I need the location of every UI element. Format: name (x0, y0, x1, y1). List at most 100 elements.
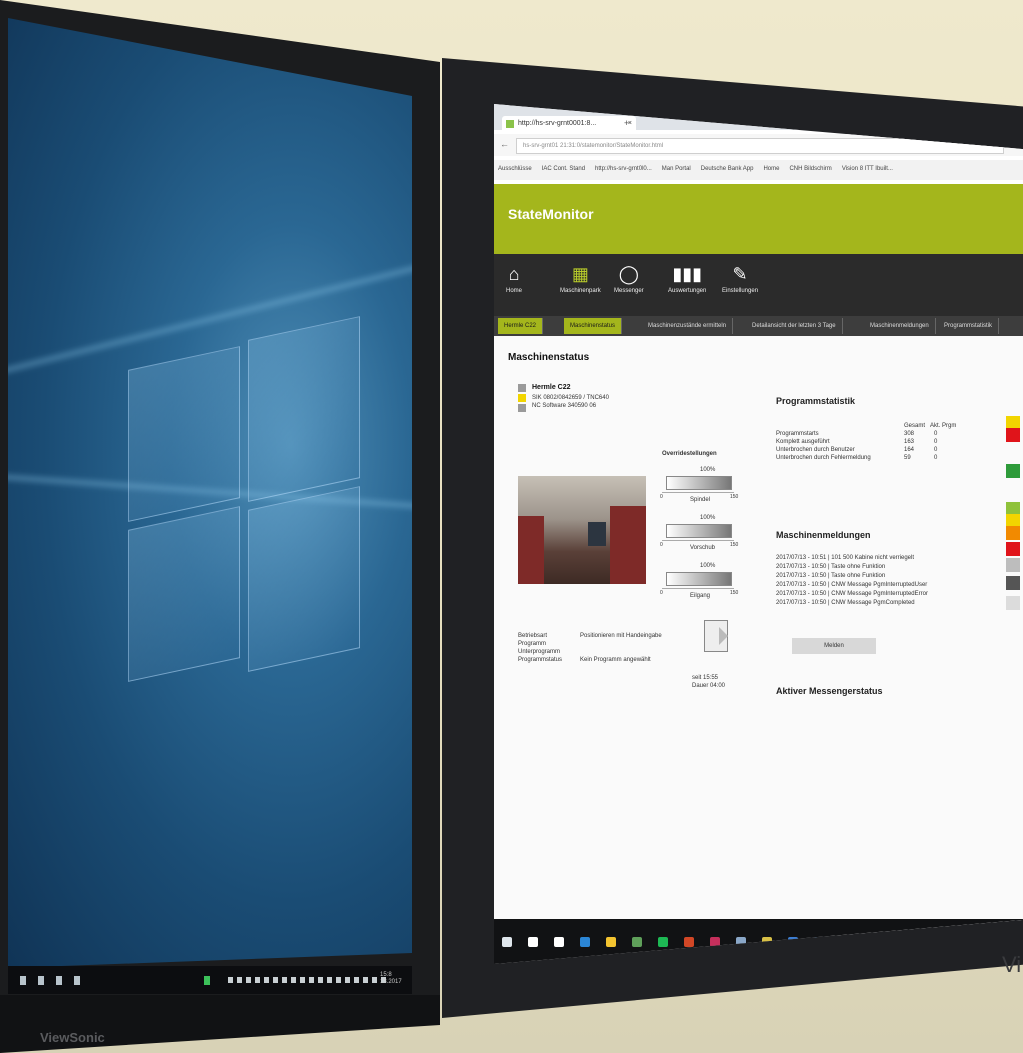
override-axis (662, 540, 734, 541)
stats-row-total: 308 (904, 431, 915, 437)
report-button[interactable]: Melden (792, 638, 876, 654)
photo-wall (518, 516, 544, 584)
grid-icon: ▦ (571, 264, 589, 284)
legend-swatch (518, 404, 526, 412)
spotify-icon[interactable] (658, 937, 668, 947)
override-axis-max: 150 (730, 542, 739, 548)
nav-item-maschinenpark[interactable]: ▦ Maschinenpark (560, 264, 601, 294)
message-item: 2017/07/13 - 10:50 | Taste ohne Funktion (776, 564, 886, 570)
override-label: Spindel (690, 497, 711, 503)
override-pct: 100% (700, 563, 716, 569)
subtab[interactable]: Maschinenstatus (564, 318, 623, 334)
subtab[interactable]: Maschinenmeldungen (864, 318, 936, 334)
subtab[interactable]: Detailansicht der letzten 3 Tage (746, 318, 843, 334)
tab-title: http://hs-srv-grnt0001:8... (518, 120, 597, 127)
edge-icon[interactable] (580, 937, 590, 947)
nav-item-home[interactable]: ⌂ Home (506, 264, 522, 294)
bookmark-item[interactable]: IAC Cont. Stand (542, 166, 585, 172)
bookmark-item[interactable]: Deutsche Bank App (701, 166, 754, 172)
override-pct: 100% (700, 467, 716, 473)
message-item: 2017/07/13 - 10:50 | Taste ohne Funktion (776, 573, 886, 579)
sub-nav: Hermle C22 Maschinenstatus Maschinenzustän… (494, 316, 1023, 336)
messages-title: Maschinenmeldungen (776, 530, 871, 540)
bar-chart-icon: ▮▮▮ (672, 264, 703, 284)
windows-logo-icon (128, 316, 378, 688)
machine-name: Hermle C22 (532, 384, 571, 391)
taskbar-icon[interactable] (38, 976, 44, 985)
subtab[interactable]: Programmstatistik (938, 318, 1000, 334)
message-item: 2017/07/13 - 10:50 | CNW Message PgmComp… (776, 600, 915, 606)
override-label: Vorschub (690, 545, 716, 551)
nav-item-messenger[interactable]: ◯ Messenger (614, 264, 644, 294)
favicon-icon (506, 120, 514, 128)
home-icon: ⌂ (508, 264, 520, 284)
bookmark-item[interactable]: Man Portal (662, 166, 691, 172)
status-color-swatch (1006, 542, 1020, 556)
program-document-icon (704, 620, 728, 652)
bookmark-item[interactable]: Vision 8 ITT Ibuilt... (842, 166, 893, 172)
stats-row-total: 163 (904, 439, 915, 445)
taskbar-clock[interactable]: 15:8 13.2017 (380, 972, 402, 986)
messenger-status-title: Aktiver Messengerstatus (776, 686, 883, 696)
nav-label: Home (506, 288, 523, 294)
photo-machine (610, 506, 646, 584)
status-color-swatch (1006, 558, 1020, 572)
overrides-title: Overridestellungen (662, 451, 717, 457)
bookmark-item[interactable]: Home (763, 166, 779, 172)
bookmarks-bar: Ausschlüsse IAC Cont. Stand http://hs-srv-… (494, 160, 1023, 180)
cortana-icon[interactable] (528, 937, 538, 947)
stats-row-label: Unterbrochen durch Fehlermeldung (776, 455, 871, 461)
page-title: Maschinenstatus (508, 352, 590, 363)
bookmark-item[interactable]: http://hs-srv-grnt0l0... (595, 166, 652, 172)
status-field-key: Programmstatus (518, 657, 563, 663)
stats-row-total: 164 (904, 447, 915, 453)
bookmark-item[interactable]: CNH Bildschirm (789, 166, 831, 172)
stats-header-total: Gesamt (904, 423, 926, 429)
subtab[interactable]: Hermle C22 (498, 318, 544, 334)
wrench-icon: ✎ (732, 264, 748, 284)
override-bar (666, 572, 732, 586)
message-item: 2017/07/13 - 10:50 | CNW Message PgmInte… (776, 582, 928, 588)
legend-swatch (518, 394, 526, 402)
subtab[interactable]: Maschinenzustände ermitteln (642, 318, 734, 334)
explorer-icon[interactable] (606, 937, 616, 947)
status-color-swatch (1006, 464, 1020, 478)
stats-row-current: 0 (934, 447, 938, 453)
stats-row-label: Programmstarts (776, 431, 819, 437)
nav-label: Messenger (614, 288, 644, 294)
override-axis-min: 0 (660, 590, 663, 596)
taskbar-icon[interactable] (20, 976, 26, 985)
status-color-swatch (1006, 526, 1020, 540)
back-arrow-icon[interactable]: ← (500, 139, 509, 149)
override-axis-min: 0 (660, 494, 663, 500)
message-item: 2017/07/13 - 10:51 | 101 500 Kabine nich… (776, 555, 914, 561)
app-header: StateMonitor (494, 184, 1023, 254)
taskbar-icon[interactable] (56, 976, 62, 985)
new-tab-button[interactable]: + (624, 118, 629, 128)
stats-row-label: Komplett ausgeführt (776, 439, 830, 445)
nav-item-einstellungen[interactable]: ✎ Einstellungen (722, 264, 758, 294)
status-color-swatch (1006, 576, 1020, 590)
system-tray[interactable] (228, 977, 388, 983)
override-pct: 100% (700, 515, 716, 521)
main-nav: ⌂ Home ▦ Maschinenpark ◯ Messenger ▮▮▮ Auswertu… (494, 254, 1023, 316)
nav-label: Einstellungen (722, 288, 759, 294)
status-color-swatch (1006, 428, 1020, 442)
taskbar-icon[interactable] (74, 976, 80, 985)
nav-item-auswertungen[interactable]: ▮▮▮ Auswertungen (668, 264, 706, 294)
start-icon[interactable] (502, 937, 512, 947)
override-bar (666, 524, 732, 538)
status-field-key: Unterprogramm (518, 649, 561, 655)
program-stats-title: Programmstatistik (776, 396, 856, 406)
status-field-key: Betriebsart (518, 633, 548, 639)
browser-tab[interactable]: http://hs-srv-grnt0001:8... × (502, 116, 636, 132)
timing-duration: Dauer 04:00 (692, 683, 726, 689)
taskview-icon[interactable] (554, 937, 564, 947)
override-axis (662, 492, 734, 493)
bookmark-item[interactable]: Ausschlüsse (498, 166, 532, 172)
office-icon[interactable] (684, 937, 694, 947)
taskbar-icon[interactable] (204, 976, 210, 985)
stats-header-current: Akt. Prgm (930, 423, 957, 429)
chrome-icon[interactable] (632, 937, 642, 947)
message-item: 2017/07/13 - 10:50 | CNW Message PgmInte… (776, 591, 928, 597)
